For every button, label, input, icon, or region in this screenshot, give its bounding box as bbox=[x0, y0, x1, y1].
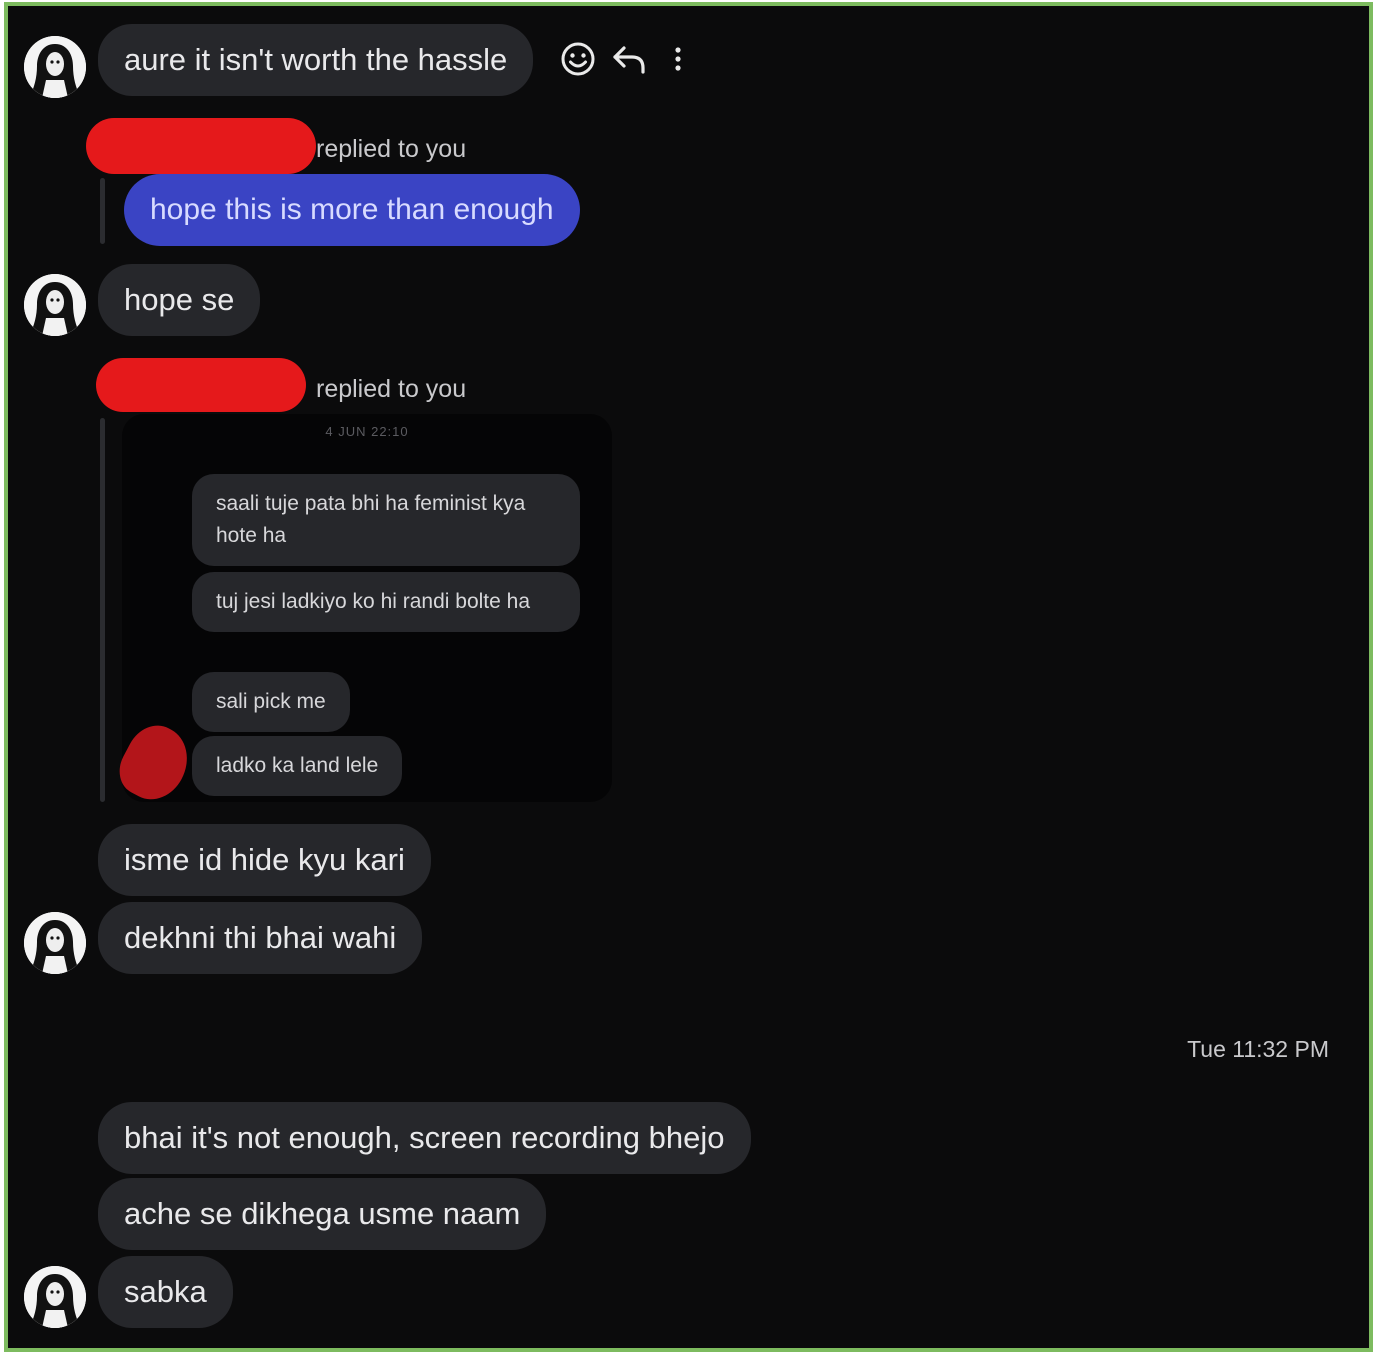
time-separator: Tue 11:32 PM bbox=[1187, 1036, 1329, 1062]
redacted-avatar bbox=[110, 715, 200, 811]
replied-label: replied to you bbox=[316, 135, 467, 163]
redacted-username bbox=[86, 118, 316, 174]
screenshot-message: saali tuje pata bhi ha feminist kya hote… bbox=[192, 474, 580, 566]
screenshot-message: ladko ka land lele bbox=[192, 736, 403, 796]
reply-indicator-line bbox=[100, 418, 105, 802]
avatar-portrait-icon bbox=[24, 912, 86, 974]
message-bubble[interactable]: ache se dikhega usme naam bbox=[98, 1178, 547, 1250]
message-bubble[interactable]: aure it isn't worth the hassle bbox=[98, 24, 534, 96]
message-bubble[interactable]: sabka bbox=[98, 1256, 233, 1328]
screenshot-message: sali pick me bbox=[192, 672, 350, 732]
avatar-portrait-icon bbox=[24, 36, 86, 98]
message-bubble[interactable]: bhai it's not enough, screen recording b… bbox=[98, 1102, 751, 1174]
avatar-portrait-icon bbox=[24, 274, 86, 336]
replied-label: replied to you bbox=[316, 375, 467, 403]
chat-frame: aure it isn't worth the hassle replied t… bbox=[4, 2, 1373, 1352]
message-bubble[interactable]: hope se bbox=[98, 264, 261, 336]
avatar[interactable] bbox=[24, 912, 86, 974]
avatar[interactable] bbox=[24, 1266, 86, 1328]
smiley-icon[interactable] bbox=[559, 40, 597, 78]
screenshot-timestamp: 4 JUN 22:10 bbox=[325, 424, 409, 439]
avatar[interactable] bbox=[24, 274, 86, 336]
redacted-username bbox=[96, 358, 306, 412]
avatar-portrait-icon bbox=[24, 1266, 86, 1328]
message-bubble[interactable]: dekhni thi bhai wahi bbox=[98, 902, 423, 974]
reply-indicator-line bbox=[100, 178, 105, 244]
reply-arrow-icon[interactable] bbox=[610, 40, 648, 78]
message-bubble[interactable]: isme id hide kyu kari bbox=[98, 824, 431, 896]
more-vertical-icon[interactable] bbox=[660, 40, 696, 78]
quoted-message-bubble[interactable]: hope this is more than enough bbox=[124, 174, 580, 246]
screenshot-message: tuj jesi ladkiyo ko hi randi bolte ha bbox=[192, 572, 580, 632]
quoted-screenshot[interactable]: 4 JUN 22:10 saali tuje pata bhi ha femin… bbox=[110, 414, 612, 811]
avatar[interactable] bbox=[24, 36, 86, 98]
chat-canvas: aure it isn't worth the hassle replied t… bbox=[8, 6, 1369, 1348]
